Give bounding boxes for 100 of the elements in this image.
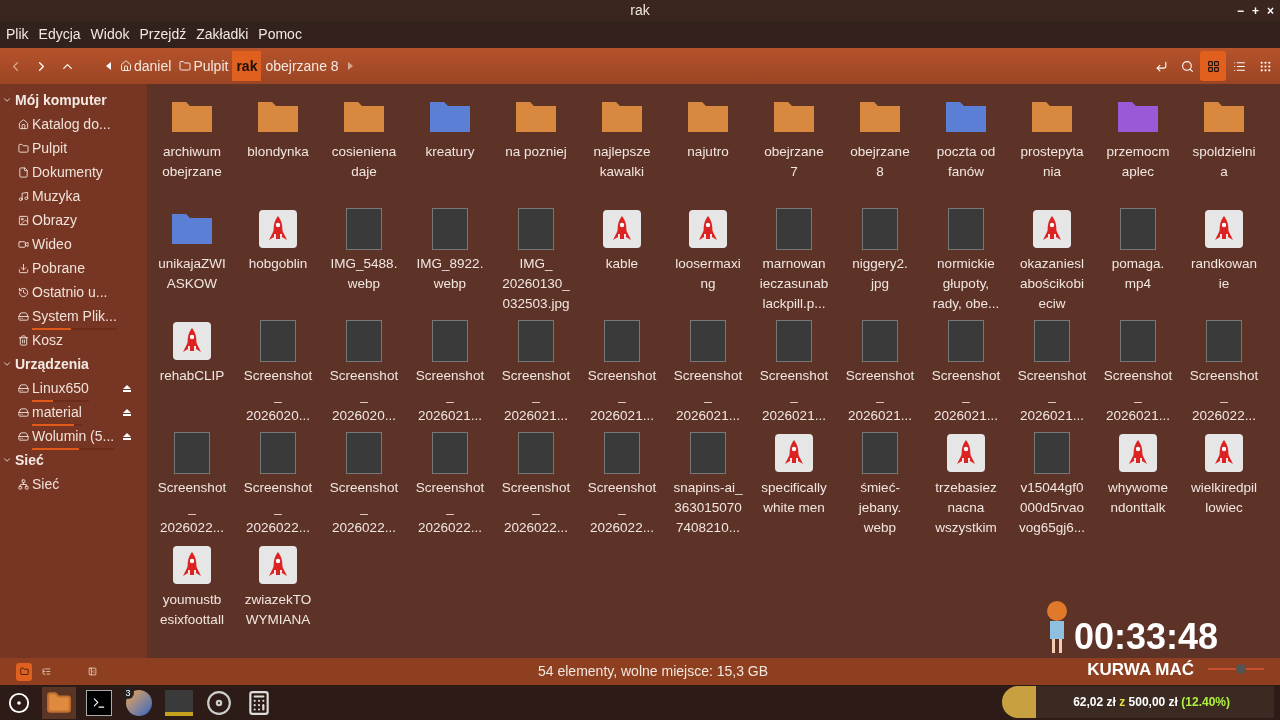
sidebar-item[interactable]: Katalog do... [32, 113, 111, 135]
file-name[interactable]: Screenshot _ 2026022... [501, 478, 571, 538]
file-name[interactable]: okazaniesl abościkobi eciw [1020, 254, 1084, 314]
sidebar-item[interactable]: Kosz [32, 329, 64, 351]
file-name[interactable]: obejrzane 8 [850, 142, 910, 182]
view-button[interactable] [1200, 51, 1226, 81]
file-name[interactable]: hobgoblin [248, 254, 308, 274]
file-name[interactable]: Screenshot _ 2026021... [845, 366, 915, 426]
file-name[interactable]: Screenshot _ 2026021... [587, 366, 657, 426]
sidebar-item[interactable]: Wideo [32, 233, 72, 255]
file-name[interactable]: specifically white men [761, 478, 827, 518]
sidebar-item[interactable]: Dokumenty [32, 161, 103, 183]
sidebar-section[interactable]: Sieć [0, 448, 44, 472]
file-name[interactable]: kreatury [425, 142, 475, 162]
image-thumbnail [948, 320, 984, 362]
menu-item[interactable]: Przejdź [139, 24, 187, 45]
file-name[interactable]: zwiazekTO WYMIANA [244, 590, 312, 630]
file-name[interactable]: loosermaxi ng [675, 254, 741, 294]
menu-item[interactable]: Plik [6, 24, 29, 45]
file-name[interactable]: IMG_8922. webp [416, 254, 484, 294]
file-name[interactable]: Screenshot _ 2026021... [931, 366, 1001, 426]
status-button[interactable] [16, 662, 32, 681]
file-name[interactable]: przemocm aplec [1106, 142, 1170, 182]
file-name[interactable]: unikajaZWI ASKOW [158, 254, 226, 294]
breadcrumb[interactable]: Pulpit [175, 51, 233, 81]
sidebar-item[interactable]: Linux650 [32, 377, 89, 399]
image-thumbnail [690, 432, 726, 474]
file-name[interactable]: Screenshot _ 2026021... [1103, 366, 1173, 426]
file-name[interactable]: Screenshot _ 2026020... [243, 366, 313, 426]
home-icon [18, 118, 29, 130]
file-name[interactable]: rehabCLIP [159, 366, 225, 386]
file-name[interactable]: prostepyta nia [1020, 142, 1084, 182]
file-name[interactable]: Screenshot _ 2026022... [329, 478, 399, 538]
window-control-button[interactable]: + [1249, 1, 1261, 20]
file-name[interactable]: youmustb esixfoottall [160, 590, 224, 630]
file-name[interactable]: poczta od fanów [936, 142, 996, 182]
file-name[interactable]: śmieć- jebany. webp [858, 478, 902, 538]
menu-item[interactable]: Zakładki [196, 24, 249, 45]
file-name[interactable]: whywome ndonttalk [1108, 478, 1168, 518]
sidebar-item[interactable]: Pobrane [32, 257, 85, 279]
sidebar-section[interactable]: Mój komputer [0, 88, 107, 112]
sidebar-item[interactable]: Obrazy [32, 209, 78, 231]
file-name[interactable]: na pozniej [505, 142, 567, 162]
sidebar-item[interactable]: Ostatnio u... [32, 281, 108, 303]
eject-icon[interactable] [123, 384, 131, 392]
sidebar-section[interactable]: Urządzenia [0, 352, 89, 376]
file-name[interactable]: Screenshot _ 2026022... [587, 478, 657, 538]
file-name[interactable]: Screenshot _ 2026022... [415, 478, 485, 538]
file-manager-button[interactable] [42, 686, 76, 719]
file-name[interactable]: kable [605, 254, 639, 274]
window-control-button[interactable]: − [1234, 1, 1246, 20]
file-name[interactable]: IMG_5488. webp [330, 254, 398, 294]
folder-icon [18, 142, 29, 154]
file-name[interactable]: Screenshot _ 2026022... [1189, 366, 1259, 426]
image-thumbnail [346, 320, 382, 362]
file-name[interactable]: obejrzane 7 [764, 142, 824, 182]
eject-icon[interactable] [123, 432, 131, 440]
sidebar-item[interactable]: Pulpit [32, 137, 68, 159]
sidebar-item[interactable]: Wolumin (5... [32, 425, 115, 447]
menu-item[interactable]: Pomoc [258, 24, 302, 45]
file-name[interactable]: niggery2. jpg [852, 254, 908, 294]
file-name[interactable]: spoldzielni a [1192, 142, 1256, 182]
sidebar-item[interactable]: Muzyka [32, 185, 81, 207]
file-name[interactable]: archiwum obejrzane [162, 142, 222, 182]
file-name[interactable]: najutro [687, 142, 729, 162]
file-name[interactable]: Screenshot _ 2026021... [759, 366, 829, 426]
file-name[interactable]: pomaga. mp4 [1111, 254, 1165, 294]
file-name[interactable]: randkowan ie [1190, 254, 1257, 294]
file-name[interactable]: najlepsze kawalki [593, 142, 651, 182]
menu-item[interactable]: Edycja [38, 24, 81, 45]
image-thumbnail [604, 320, 640, 362]
file-name[interactable]: trzebasiez nacna wszystkim [935, 478, 997, 538]
file-name[interactable]: wielkiredpil lowiec [1191, 478, 1257, 518]
slider-thumb[interactable] [1235, 664, 1246, 675]
file-name[interactable]: Screenshot _ 2026022... [157, 478, 227, 538]
file-name[interactable]: cosieniena daje [331, 142, 397, 182]
breadcrumb[interactable]: rak [232, 51, 262, 81]
file-name[interactable]: normickie głupoty, rady, obe... [932, 254, 1000, 314]
file-name[interactable]: Screenshot _ 2026020... [329, 366, 399, 426]
file-name[interactable]: Screenshot _ 2026022... [243, 478, 313, 538]
sidebar-item[interactable]: Sieć [32, 473, 60, 495]
browser-button[interactable]: 3 [122, 686, 156, 719]
breadcrumb[interactable]: obejrzane 8 [261, 51, 343, 81]
file-name[interactable]: Screenshot _ 2026021... [673, 366, 743, 426]
file-name[interactable]: Screenshot _ 2026021... [1017, 366, 1087, 426]
eject-icon[interactable] [123, 408, 131, 416]
file-name[interactable]: IMG_ 20260130_ 032503.jpg [502, 254, 570, 314]
file-name[interactable]: Screenshot _ 2026021... [501, 366, 571, 426]
file-name[interactable]: v15044gf0 000d5rvao vog65gj6... [1018, 478, 1086, 538]
breadcrumb[interactable]: daniel [116, 51, 176, 81]
file-name[interactable]: blondynka [247, 142, 309, 162]
sidebar-item[interactable]: System Plik... [32, 305, 117, 327]
file-name[interactable]: marnowan ieczasunab lackpill.p... [759, 254, 829, 314]
sidebar-item[interactable]: material [32, 401, 82, 423]
file-name[interactable]: Screenshot _ 2026021... [415, 366, 485, 426]
file-name[interactable]: snapins-ai_ 363015070 7408210... [673, 478, 743, 538]
window-control-button[interactable]: × [1265, 1, 1276, 20]
image-thumbnail [1206, 320, 1242, 362]
menu-item[interactable]: Widok [90, 24, 130, 45]
caret-down-icon [2, 95, 12, 105]
